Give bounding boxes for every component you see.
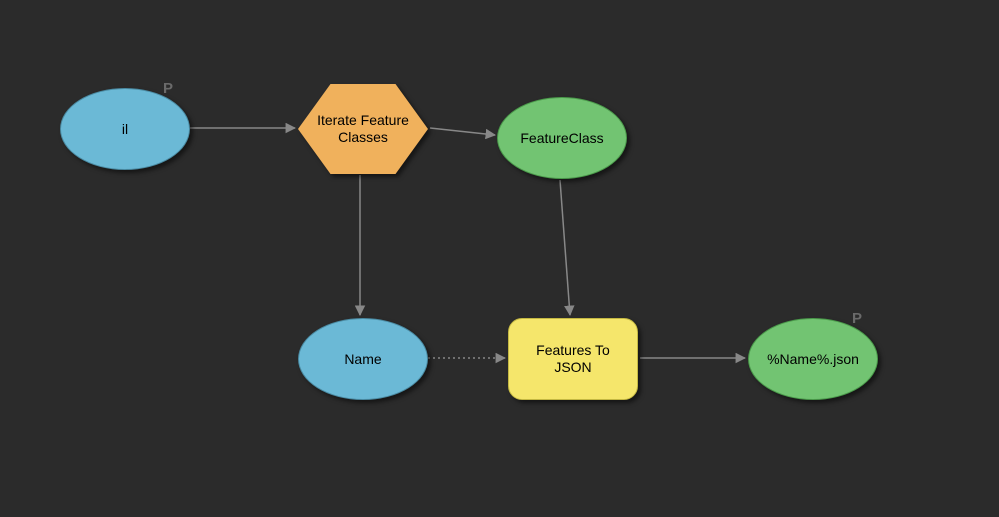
- node-label: Iterate Feature Classes: [317, 112, 409, 146]
- parameter-badge: P: [163, 80, 173, 97]
- node-input-variable[interactable]: il: [60, 88, 190, 170]
- node-label: %Name%.json: [767, 351, 859, 367]
- node-name-variable[interactable]: Name: [298, 318, 428, 400]
- connector-feature-to-tool: [560, 180, 570, 315]
- node-tool[interactable]: Features To JSON: [508, 318, 638, 400]
- connectors-layer: [0, 0, 999, 517]
- node-feature-class[interactable]: FeatureClass: [497, 97, 627, 179]
- model-canvas[interactable]: il P Iterate Feature Classes FeatureClas…: [0, 0, 999, 517]
- node-label: Name: [344, 351, 381, 367]
- connector-iterator-to-feature: [430, 128, 495, 135]
- node-label: Features To JSON: [536, 342, 610, 376]
- node-iterator[interactable]: Iterate Feature Classes: [298, 84, 428, 174]
- node-label: FeatureClass: [520, 130, 603, 146]
- node-label: il: [122, 121, 128, 137]
- node-output-result[interactable]: %Name%.json: [748, 318, 878, 400]
- parameter-badge: P: [852, 310, 862, 327]
